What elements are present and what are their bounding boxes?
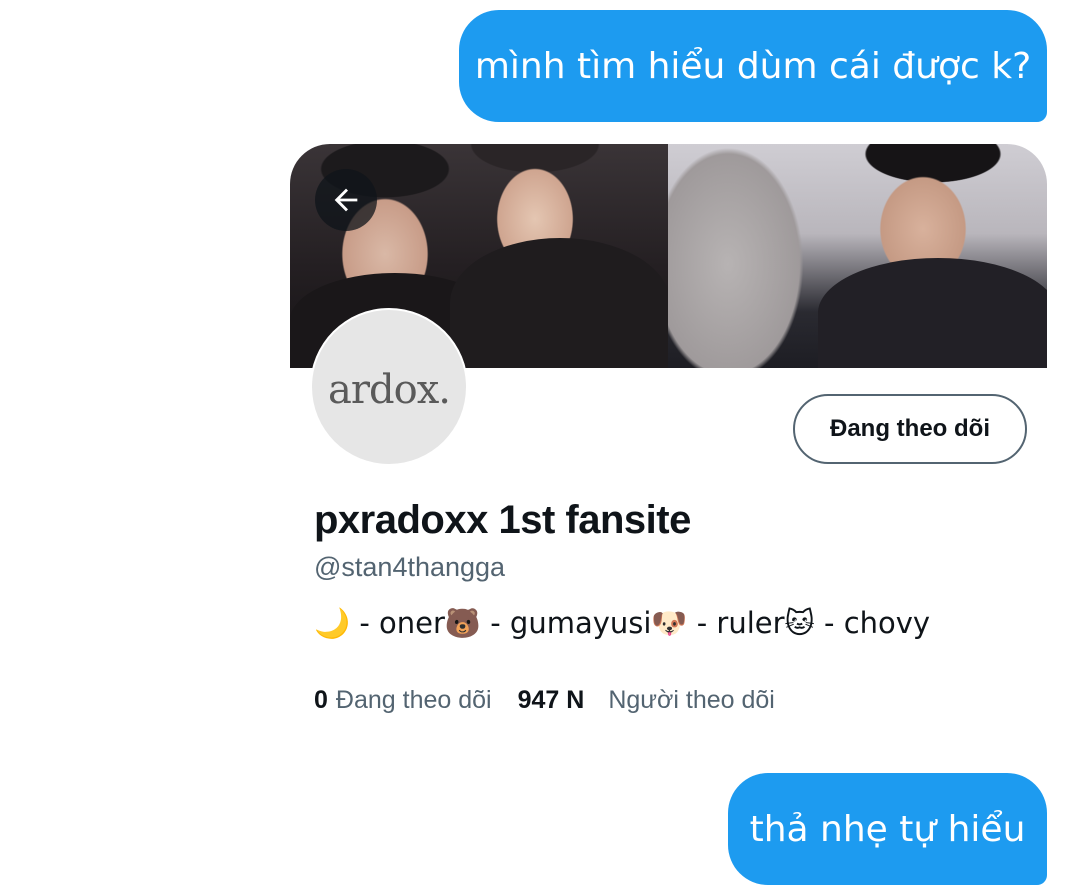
message-text: thả nhẹ tự hiểu: [749, 808, 1026, 850]
followers-count: 947 N: [517, 686, 585, 714]
following-button[interactable]: Đang theo dõi: [793, 394, 1027, 464]
user-handle: @stan4thangga: [314, 552, 506, 582]
outgoing-message-bubble[interactable]: thả nhẹ tự hiểu: [728, 773, 1047, 885]
display-name: pxradoxx 1st fansite: [314, 498, 691, 542]
followers-label[interactable]: Người theo dõi: [608, 686, 775, 715]
following-label[interactable]: Đang theo dõi: [336, 686, 492, 715]
profile-bio: 🌙 - oner🐻 - gumayusi🐶 - ruler🐱 - chovy: [314, 606, 931, 640]
outgoing-message-bubble[interactable]: mình tìm hiểu dùm cái được k?: [459, 10, 1047, 122]
profile-card[interactable]: ardox. Đang theo dõi pxradoxx 1st fansit…: [290, 144, 1047, 744]
banner-photo-right: [668, 144, 1047, 368]
message-text: mình tìm hiểu dùm cái được k?: [474, 45, 1032, 87]
following-button-label: Đang theo dõi: [830, 415, 990, 442]
avatar-image: ardox.: [312, 310, 466, 464]
avatar[interactable]: ardox.: [310, 308, 468, 466]
back-button[interactable]: [315, 169, 377, 231]
avatar-logo-text: ardox.: [328, 367, 451, 413]
following-count: 0: [314, 686, 328, 714]
arrow-left-icon: [334, 188, 358, 212]
follow-stats: 0 Đang theo dõi 947 N Người theo dõi: [314, 686, 775, 715]
